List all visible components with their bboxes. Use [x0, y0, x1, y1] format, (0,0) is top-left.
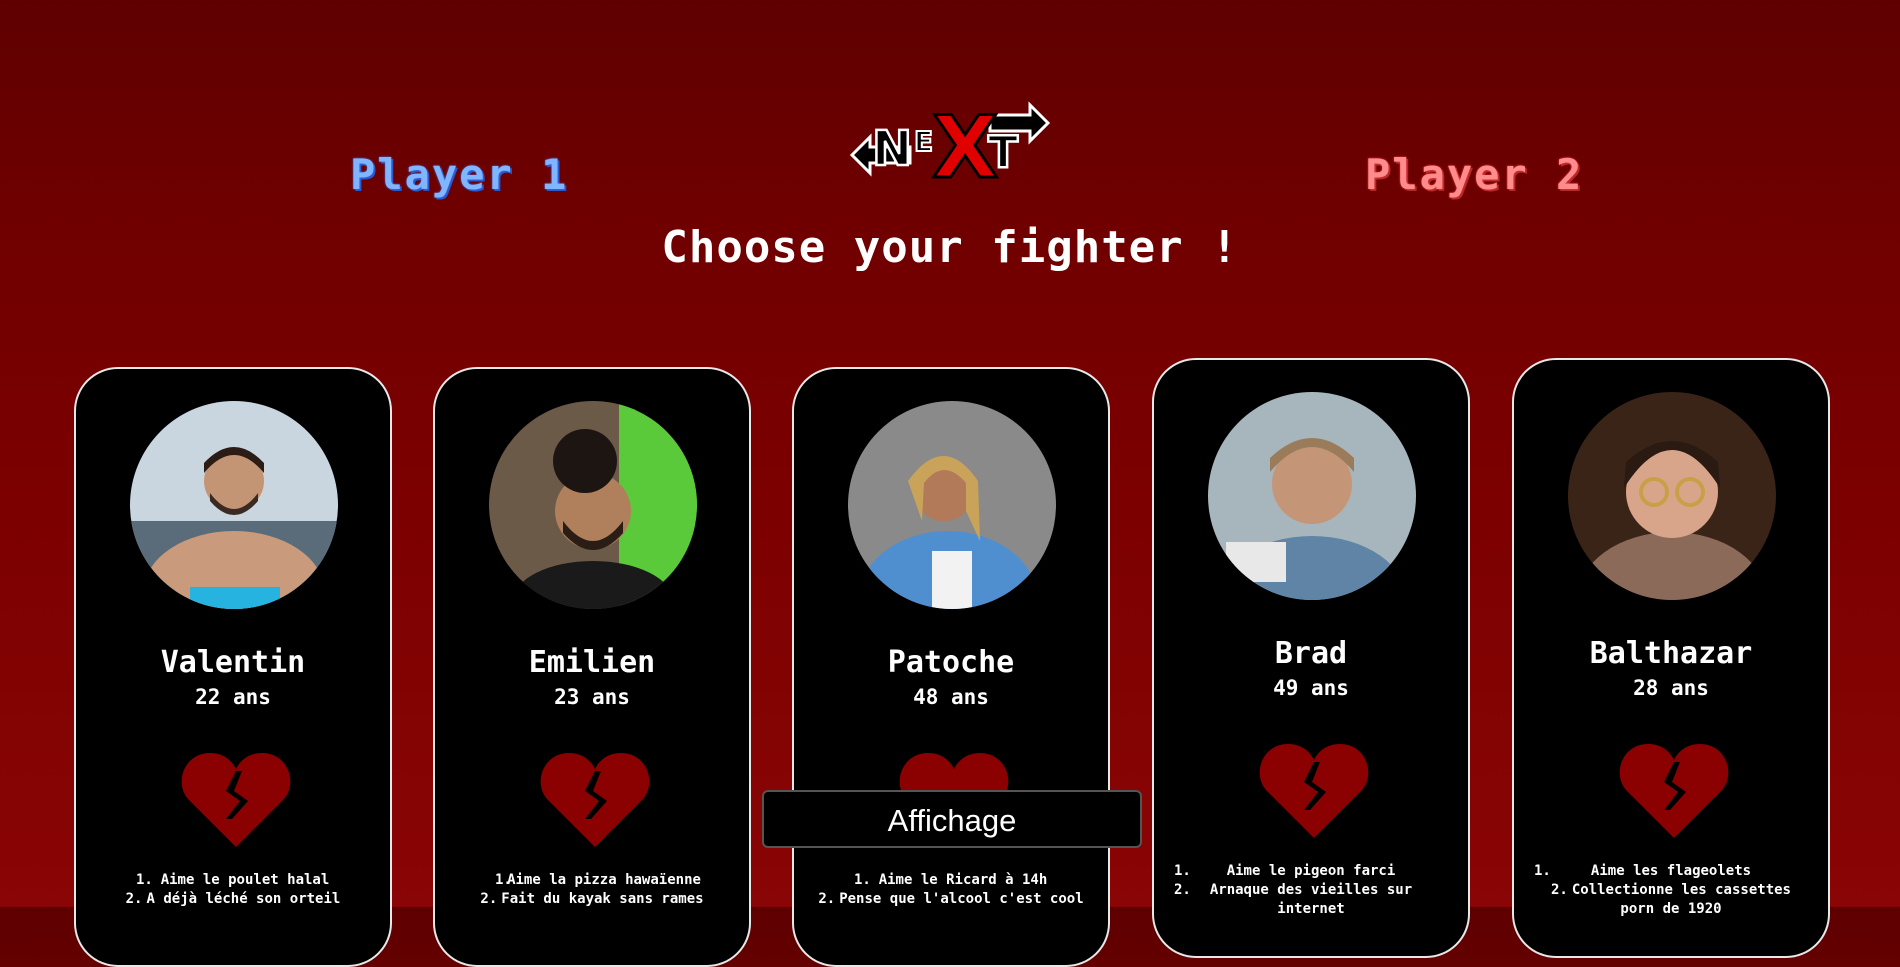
- svg-text:T: T: [988, 127, 1018, 178]
- fighter-name: Patoche: [887, 645, 1015, 680]
- player-1-label: Player 1: [350, 150, 569, 199]
- fighter-avatar: [848, 401, 1056, 609]
- fighter-likes-list: 1. Aime les flageolets 2. Collectionne les…: [1534, 862, 1808, 919]
- fighter-avatar: [130, 401, 338, 609]
- fighter-likes-list: 1. Aime le pigeon farci 2. Arnaque des vie…: [1174, 862, 1448, 919]
- fighter-card-valentin[interactable]: Valentin 22 ans 1. Aime le poulet halal 2…: [74, 367, 392, 967]
- fighter-card-patoche[interactable]: Patoche 48 ans 1. Aime le Ricard à 14h 2.…: [792, 367, 1110, 967]
- fighter-likes-list: 1. Aime le Ricard à 14h 2. Pense que l'alc…: [814, 871, 1088, 909]
- list-item: 1. Aime le Ricard à 14h: [854, 872, 1048, 888]
- fighter-likes-list: 1. Aime la pizza hawaïenne 2. Fait du kaya…: [455, 871, 729, 909]
- list-item: 2. Pense que l'alcool c'est cool: [818, 891, 1084, 907]
- broken-heart-icon: [540, 753, 650, 847]
- svg-text:E: E: [914, 125, 933, 158]
- page-title: Choose your fighter !: [661, 222, 1239, 273]
- fighter-avatar: [1568, 392, 1776, 600]
- list-item: 2. Arnaque des vieilles sur internet: [1174, 882, 1413, 917]
- broken-heart-icon: [1619, 744, 1729, 838]
- svg-text:N: N: [872, 121, 912, 177]
- fighter-age: 48 ans: [913, 685, 989, 709]
- broken-heart-icon: [1259, 744, 1369, 838]
- list-item: 1. Aime le pigeon farci: [1174, 863, 1396, 879]
- list-item: 1. Aime la pizza hawaïenne: [495, 872, 701, 888]
- affichage-button[interactable]: Affichage: [762, 790, 1142, 848]
- list-item: 2. Fait du kayak sans rames: [480, 891, 704, 907]
- list-item: 2. Collectionne les cassettes porn de 192…: [1550, 882, 1791, 917]
- next-logo: N E X T: [849, 97, 1051, 190]
- fighter-age: 28 ans: [1633, 676, 1709, 700]
- player-2-label: Player 2: [1365, 150, 1584, 199]
- fighter-card-balthazar[interactable]: Balthazar 28 ans 1. Aime les flageolets 2…: [1512, 358, 1830, 958]
- broken-heart-icon: [181, 753, 291, 847]
- fighter-name: Emilien: [528, 645, 656, 680]
- fighter-name: Brad: [1274, 636, 1348, 671]
- fighter-avatar: [489, 401, 697, 609]
- fighter-name: Balthazar: [1589, 636, 1753, 671]
- list-item: 1. Aime les flageolets: [1534, 863, 1752, 879]
- fighter-age: 49 ans: [1273, 676, 1349, 700]
- fighter-avatar: [1208, 392, 1416, 600]
- fighter-age: 23 ans: [554, 685, 630, 709]
- list-item: 1. Aime le poulet halal: [136, 872, 330, 888]
- fighter-age: 22 ans: [195, 685, 271, 709]
- fighter-likes-list: 1. Aime le poulet halal 2. A déjà léché so…: [96, 871, 370, 909]
- fighter-name: Valentin: [160, 645, 306, 680]
- fighter-card-brad[interactable]: Brad 49 ans 1. Aime le pigeon farci 2. Arn…: [1152, 358, 1470, 958]
- fighter-card-emilien[interactable]: Emilien 23 ans 1. Aime la pizza hawaïenne…: [433, 367, 751, 967]
- list-item: 2. A déjà léché son orteil: [125, 891, 341, 907]
